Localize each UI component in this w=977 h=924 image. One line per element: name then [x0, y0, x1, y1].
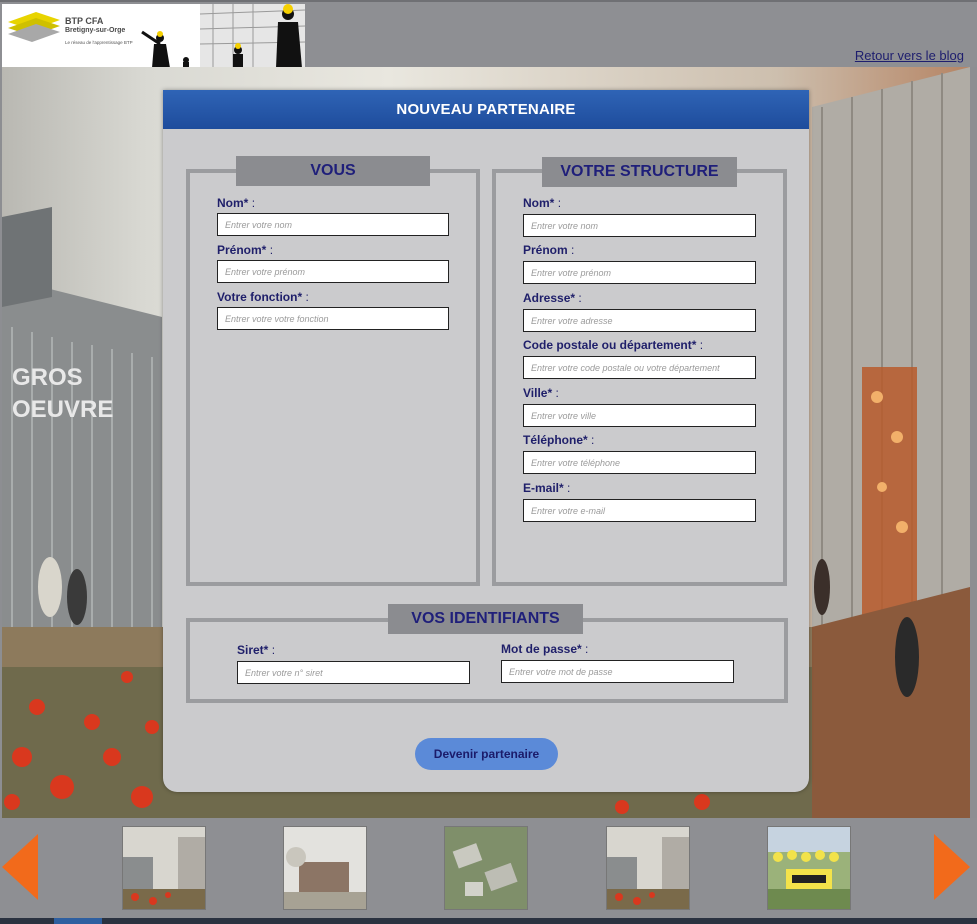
carousel-thumbnail[interactable]: [283, 826, 367, 910]
password-input[interactable]: [501, 660, 734, 683]
svg-text:OEUVRE: OEUVRE: [12, 396, 113, 423]
gros-oeuvre-sign: GROS: [12, 364, 83, 391]
structure-email-input[interactable]: [523, 499, 756, 522]
courtyard-rendering-image: [607, 827, 689, 909]
structure-telephone-label: Téléphone* :: [523, 433, 595, 447]
vous-nom-input[interactable]: [217, 213, 449, 236]
structure-email-label: E-mail* :: [523, 481, 571, 495]
vous-fonction-label: Votre fonction* :: [217, 290, 309, 304]
logo-subtitle: Bretigny-sur-Orge: [65, 27, 126, 34]
vous-fonction-input[interactable]: [217, 307, 449, 330]
back-to-blog-link[interactable]: Retour vers le blog: [855, 48, 964, 63]
identifiants-legend: VOS IDENTIFIANTS: [388, 604, 583, 634]
structure-adresse-label: Adresse* :: [523, 291, 582, 305]
group-photo-image: [768, 827, 850, 909]
top-header: BTP CFA Bretigny-sur-Orge Le réseau de l…: [0, 0, 977, 68]
btp-cfa-logo[interactable]: BTP CFA Bretigny-sur-Orge Le réseau de l…: [2, 4, 305, 68]
taskbar-item: [54, 918, 102, 924]
logo-mark-icon: [8, 12, 60, 42]
building-fog-rendering-image: [284, 827, 366, 909]
become-partner-button[interactable]: Devenir partenaire: [415, 738, 558, 770]
bottom-strip: [0, 918, 977, 924]
carousel-thumbnail[interactable]: [606, 826, 690, 910]
vous-prenom-label: Prénom* :: [217, 243, 274, 257]
structure-nom-label: Nom* :: [523, 196, 562, 210]
logo-tagline: Le réseau de l'apprentissage BTP: [65, 40, 133, 45]
structure-ville-input[interactable]: [523, 404, 756, 427]
structure-prenom-label: Prénom :: [523, 243, 575, 257]
workers-silhouette-icon: [141, 4, 305, 68]
aerial-rendering-image: [445, 827, 527, 909]
form-title: NOUVEAU PARTENAIRE: [163, 90, 809, 129]
courtyard-rendering-image: [123, 827, 205, 909]
partner-form-panel: NOUVEAU PARTENAIRE VOUS Nom* : Prénom* :…: [163, 90, 809, 792]
arrow-left-icon[interactable]: [2, 834, 40, 900]
carousel-thumbnail[interactable]: [767, 826, 851, 910]
structure-adresse-input[interactable]: [523, 309, 756, 332]
siret-input[interactable]: [237, 661, 470, 684]
structure-ville-label: Ville* :: [523, 386, 559, 400]
arrow-right-icon[interactable]: [932, 834, 970, 900]
structure-code-postal-input[interactable]: [523, 356, 756, 379]
image-carousel: [0, 818, 977, 924]
password-label: Mot de passe* :: [501, 642, 589, 656]
siret-label: Siret* :: [237, 643, 276, 657]
carousel-thumbnail[interactable]: [122, 826, 206, 910]
carousel-thumbnail[interactable]: [444, 826, 528, 910]
structure-legend: VOTRE STRUCTURE: [542, 157, 737, 187]
vous-prenom-input[interactable]: [217, 260, 449, 283]
logo-title: BTP CFA: [65, 16, 104, 26]
structure-nom-input[interactable]: [523, 214, 756, 237]
vous-legend: VOUS: [236, 156, 430, 186]
structure-code-postal-label: Code postale ou département* :: [523, 338, 704, 352]
structure-prenom-input[interactable]: [523, 261, 756, 284]
vous-nom-label: Nom* :: [217, 196, 256, 210]
structure-telephone-input[interactable]: [523, 451, 756, 474]
